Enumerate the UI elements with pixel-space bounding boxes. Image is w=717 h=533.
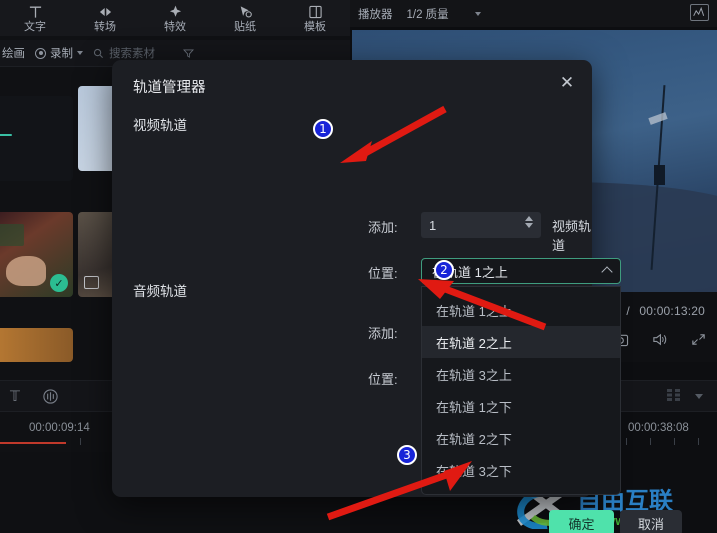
sticker-icon [240, 5, 252, 18]
annotation-badge-1: 1 [313, 119, 333, 139]
audio-position-label: 位置: [368, 372, 398, 387]
cancel-button[interactable]: 取消 [620, 510, 682, 533]
player-title: 播放器 [358, 8, 393, 21]
ok-button[interactable]: 确定 [549, 510, 614, 533]
chevron-up-icon[interactable] [525, 216, 533, 221]
chevron-down-icon[interactable] [525, 223, 533, 228]
video-pole-box [654, 165, 665, 185]
chevron-down-icon[interactable] [695, 394, 703, 399]
search-input[interactable]: 搜索素材 [93, 45, 155, 61]
timeline-time-right: 00:00:38:08 [628, 422, 689, 434]
funnel-icon[interactable] [183, 48, 194, 58]
dropdown-option[interactable]: 在轨道 1之下 [422, 390, 620, 422]
search-placeholder: 搜索素材 [109, 48, 155, 60]
audio-section-title: 音频轨道 [133, 284, 187, 299]
grid-icon[interactable] [667, 389, 681, 404]
player-icon-row [612, 332, 707, 347]
playhead-marker [0, 442, 66, 444]
main-toolbar: 文字 转场 特效 贴纸 模板 [0, 0, 350, 36]
text-tool-icon[interactable]: 𝕋 [10, 388, 20, 405]
player-header: 播放器 1/2 质量 [350, 0, 717, 27]
audio-add-label: 添加: [368, 326, 398, 341]
editor-window: 文字 转场 特效 贴纸 模板 绘画 录制 搜索素材 ✓ 𝕋 00:00:09:1… [0, 0, 717, 533]
toolbar-label-text: 文字 [24, 20, 46, 33]
annotation-badge-3: 3 [397, 445, 417, 465]
record-button[interactable]: 录制 [35, 45, 83, 61]
toolbar-item-sticker[interactable]: 贴纸 [210, 4, 280, 33]
timeline-time-left: 00:00:09:14 [29, 422, 90, 434]
audio-tool-icon[interactable] [42, 388, 59, 405]
chevron-down-icon[interactable] [474, 11, 481, 16]
close-icon[interactable]: ✕ [556, 72, 578, 94]
time-separator: / [626, 304, 630, 318]
toolbar-label-sticker: 贴纸 [234, 20, 256, 33]
dialog-title: 轨道管理器 [133, 80, 206, 96]
quality-selector[interactable]: 1/2 质量 [407, 6, 481, 22]
record-label: 录制 [50, 48, 73, 60]
stepper-arrows[interactable] [525, 216, 533, 228]
toolbar-label-effects: 特效 [164, 20, 186, 33]
video-add-label: 添加: [368, 220, 398, 235]
effects-icon [169, 5, 181, 17]
template-icon [308, 5, 322, 18]
media-thumb[interactable] [0, 328, 73, 362]
total-time: 00:00:13:20 [639, 304, 705, 318]
toolbar-item-effects[interactable]: 特效 [140, 4, 210, 33]
video-pole-arm [648, 112, 668, 125]
video-section-title: 视频轨道 [133, 118, 187, 133]
dropdown-option[interactable]: 在轨道 3之上 [422, 358, 620, 390]
annotation-badge-2: 2 [434, 260, 454, 280]
dropdown-option[interactable]: 在轨道 2之下 [422, 422, 620, 454]
video-add-stepper[interactable]: 1 [421, 212, 541, 238]
fullscreen-icon[interactable] [690, 332, 707, 347]
toolbar-item-text[interactable]: 文字 [0, 4, 70, 33]
film-icon [84, 276, 99, 289]
volume-icon[interactable] [651, 332, 668, 347]
toolbar-label-transition: 转场 [94, 20, 116, 33]
video-add-value: 1 [429, 217, 437, 233]
toolbar-label-template: 模板 [304, 20, 326, 33]
transition-icon [99, 7, 111, 16]
quality-label: 1/2 质量 [406, 8, 449, 21]
chevron-down-icon[interactable] [77, 51, 83, 55]
toolbar-item-transition[interactable]: 转场 [70, 4, 140, 33]
draw-button[interactable]: 绘画 [2, 45, 25, 61]
video-add-suffix: 视频轨道 [552, 219, 592, 253]
toolbar-item-template[interactable]: 模板 [280, 4, 350, 33]
selected-check-icon: ✓ [50, 274, 68, 292]
text-icon [29, 6, 41, 18]
media-thumb[interactable]: ✓ MV- Win... [0, 212, 73, 297]
chevron-up-icon[interactable] [601, 266, 613, 278]
annotation-arrow-1 [340, 105, 447, 163]
annotation-arrow-3 [326, 461, 472, 521]
media-thumb[interactable] [0, 96, 73, 181]
draw-label: 绘画 [2, 48, 25, 60]
video-position-label: 位置: [368, 266, 398, 281]
waveform-icon[interactable] [690, 4, 709, 21]
search-icon [93, 48, 104, 58]
annotation-arrow-2 [418, 279, 547, 331]
record-icon [35, 47, 46, 59]
